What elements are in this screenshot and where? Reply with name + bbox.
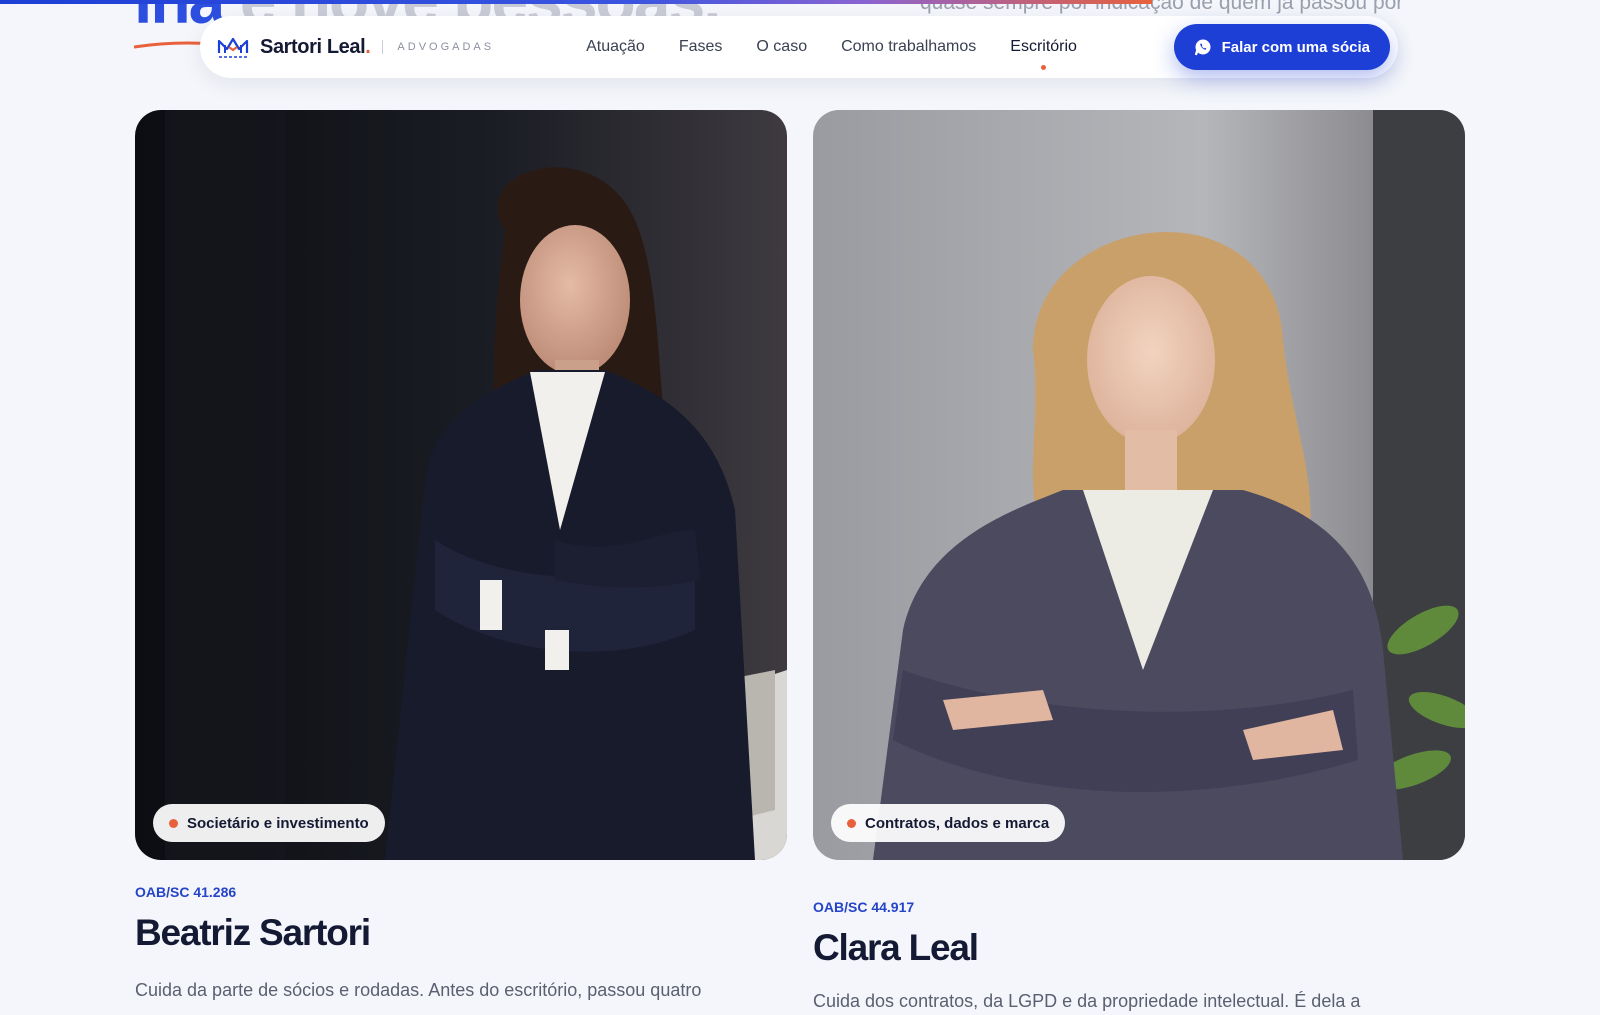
oab-registration: OAB/SC 41.286 (135, 884, 237, 900)
tag-dot-icon (847, 818, 856, 828)
lawyer-bio: Cuida dos contratos, da LGPD e da propri… (813, 991, 1361, 1011)
clara-portrait-photo: Contratos, dados e marca (813, 110, 1465, 860)
nav-item-o-caso[interactable]: O caso (756, 38, 807, 56)
nav-item-como-trabalhamos[interactable]: Como trabalhamos (841, 38, 976, 56)
main-nav: Atuação Fases O caso Como trabalhamos Es… (586, 38, 1077, 70)
site-header: Sartori Leal. ADVOGADAS Atuação Fases O … (200, 16, 1398, 78)
brand-logo-icon (217, 37, 249, 58)
brand-subtitle: ADVOGADAS (397, 41, 495, 53)
lawyer-name: Clara Leal (813, 927, 979, 968)
brand-name-text: Sartori Leal (260, 35, 366, 58)
oab-registration: OAB/SC 44.917 (813, 899, 915, 915)
nav-item-escritorio[interactable]: Escritório (1010, 38, 1077, 70)
scroll-progress-bar (0, 0, 1600, 4)
whatsapp-icon (1194, 39, 1211, 56)
nav-active-indicator (1041, 65, 1047, 70)
beatriz-portrait-photo: Societário e investimento (135, 110, 787, 860)
brand-logo[interactable]: Sartori Leal. ADVOGADAS (216, 33, 494, 61)
practice-area-label: Societário e investimento (187, 814, 369, 832)
lawyer-name: Beatriz Sartori (135, 912, 371, 953)
nav-item-atuacao[interactable]: Atuação (586, 38, 645, 56)
practice-area-tag: Contratos, dados e marca (831, 804, 1066, 842)
team-card-clara: Contratos, dados e marca OAB/SC 44.917 C… (813, 110, 1465, 1015)
tag-dot-icon (169, 818, 178, 828)
brand-name: Sartori Leal. (260, 35, 371, 59)
nav-item-escritorio-label: Escritório (1010, 38, 1077, 55)
scroll-progress-fill (0, 0, 1152, 4)
brand-name-dot: . (365, 35, 371, 58)
team-card-beatriz: Societário e investimento OAB/SC 41.286 … (135, 110, 787, 1004)
brand-divider (382, 40, 384, 54)
talk-to-partner-button[interactable]: Falar com uma sócia (1173, 24, 1390, 70)
talk-to-partner-label: Falar com uma sócia (1221, 38, 1370, 56)
nav-item-fases[interactable]: Fases (679, 38, 723, 56)
clara-portrait-image (813, 110, 1465, 860)
practice-area-label: Contratos, dados e marca (865, 814, 1050, 832)
practice-area-tag: Societário e investimento (153, 804, 385, 842)
beatriz-portrait-image (135, 110, 787, 860)
